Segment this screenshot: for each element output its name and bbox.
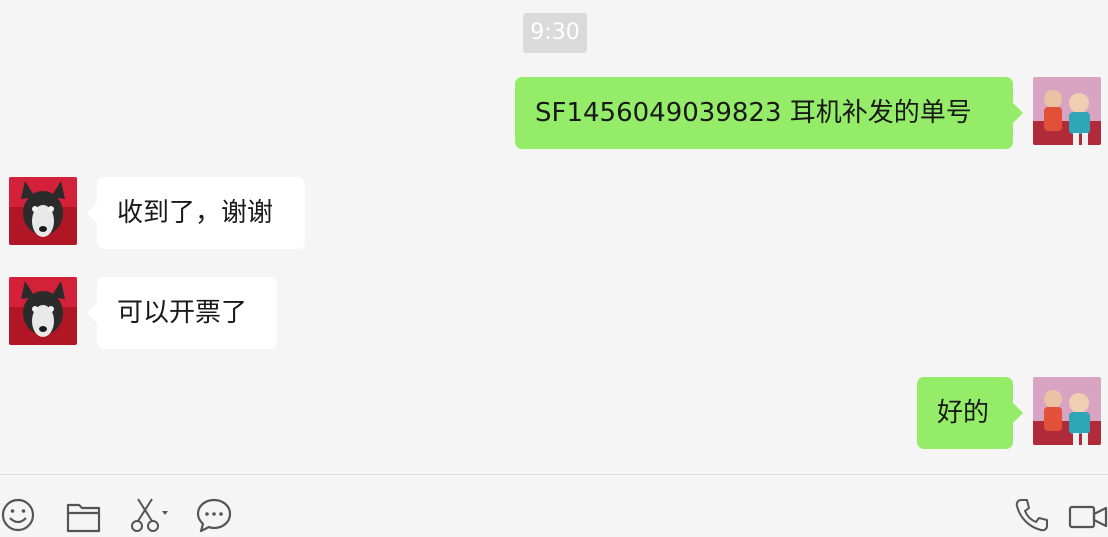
message-bubble-incoming[interactable]: 收到了，谢谢 [87,177,305,249]
contact-avatar[interactable] [9,277,77,345]
my-avatar[interactable] [1033,377,1101,445]
scissors-icon[interactable] [130,497,170,537]
phone-icon[interactable] [1012,497,1052,537]
my-avatar[interactable] [1033,77,1101,145]
husky-avatar-image [9,277,77,345]
message-bubble-incoming[interactable]: 可以开票了 [87,277,277,349]
chat-history[interactable]: 9:30 SF1456049039823 耳机补发的单号 收到了，谢谢 可以开票… [0,0,1108,474]
timestamp: 9:30 [523,13,587,53]
kids-photo-avatar-image [1033,377,1101,445]
folder-icon[interactable] [66,497,106,537]
video-icon[interactable] [1068,497,1108,537]
message-bubble-outgoing[interactable]: 好的 [917,377,1023,449]
kids-photo-avatar-image [1033,77,1101,145]
emoji-icon[interactable] [0,497,40,537]
message-bubble-outgoing[interactable]: SF1456049039823 耳机补发的单号 [515,77,1023,149]
input-toolbar [0,474,1108,533]
chat-bubble-icon[interactable] [196,497,236,537]
husky-avatar-image [9,177,77,245]
contact-avatar[interactable] [9,177,77,245]
